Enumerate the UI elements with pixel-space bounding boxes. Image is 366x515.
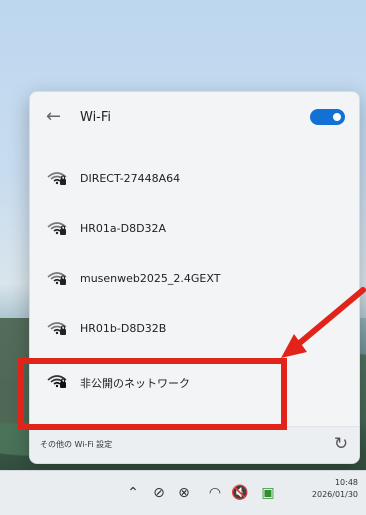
desktop-background: ← Wi-Fi DIRECT-27448A64 HR01a-D8D32A mus…: [0, 0, 366, 515]
wifi-header: ← Wi-Fi: [30, 92, 359, 142]
network-item[interactable]: DIRECT-27448A64: [30, 159, 359, 206]
network-item[interactable]: 非公開のネットワーク: [30, 362, 359, 409]
network-name: HR01b-D8D32B: [80, 322, 167, 335]
wifi-toggle[interactable]: [310, 109, 345, 125]
network-off-icon[interactable]: ⊘: [150, 484, 168, 502]
wifi-footer: その他の Wi-Fi 設定 ↻: [30, 426, 359, 463]
network-name: DIRECT-27448A64: [80, 172, 181, 185]
volume-muted-icon[interactable]: 🔇: [231, 484, 249, 502]
wifi-locked-icon: [47, 172, 67, 185]
network-item[interactable]: HR01b-D8D32B: [30, 309, 359, 356]
wifi-locked-icon: [47, 272, 67, 285]
battery-icon[interactable]: ▣: [259, 484, 277, 502]
chevron-up-icon[interactable]: ⌃: [124, 484, 142, 502]
network-item[interactable]: HR01a-D8D32A: [30, 209, 359, 256]
network-name: musenweb2025_2.4GEXT: [80, 272, 221, 285]
wifi-locked-icon: [47, 375, 67, 388]
back-arrow-icon[interactable]: ←: [46, 108, 64, 126]
more-wifi-settings-link[interactable]: その他の Wi-Fi 設定: [40, 439, 112, 450]
date-text: 2026/01/30: [311, 490, 358, 499]
wifi-icon[interactable]: ◠: [206, 484, 224, 502]
refresh-icon[interactable]: ↻: [332, 435, 350, 453]
network-name: 非公開のネットワーク: [80, 377, 190, 390]
clock[interactable]: 10:48 2026/01/30: [312, 477, 358, 501]
network-item[interactable]: musenweb2025_2.4GEXT: [30, 259, 359, 306]
network-name: HR01a-D8D32A: [80, 222, 167, 235]
time-text: 10:48: [334, 478, 358, 487]
toggle-knob: [333, 113, 341, 121]
wifi-locked-icon: [47, 322, 67, 335]
wifi-panel: ← Wi-Fi DIRECT-27448A64 HR01a-D8D32A mus…: [29, 91, 360, 464]
wifi-title: Wi-Fi: [80, 110, 112, 125]
taskbar: ⌃ ⊘ ⊗ ◠ 🔇 ▣ 10:48 2026/01/30: [0, 470, 366, 515]
close-circle-icon[interactable]: ⊗: [175, 484, 193, 502]
wifi-locked-icon: [47, 222, 67, 235]
